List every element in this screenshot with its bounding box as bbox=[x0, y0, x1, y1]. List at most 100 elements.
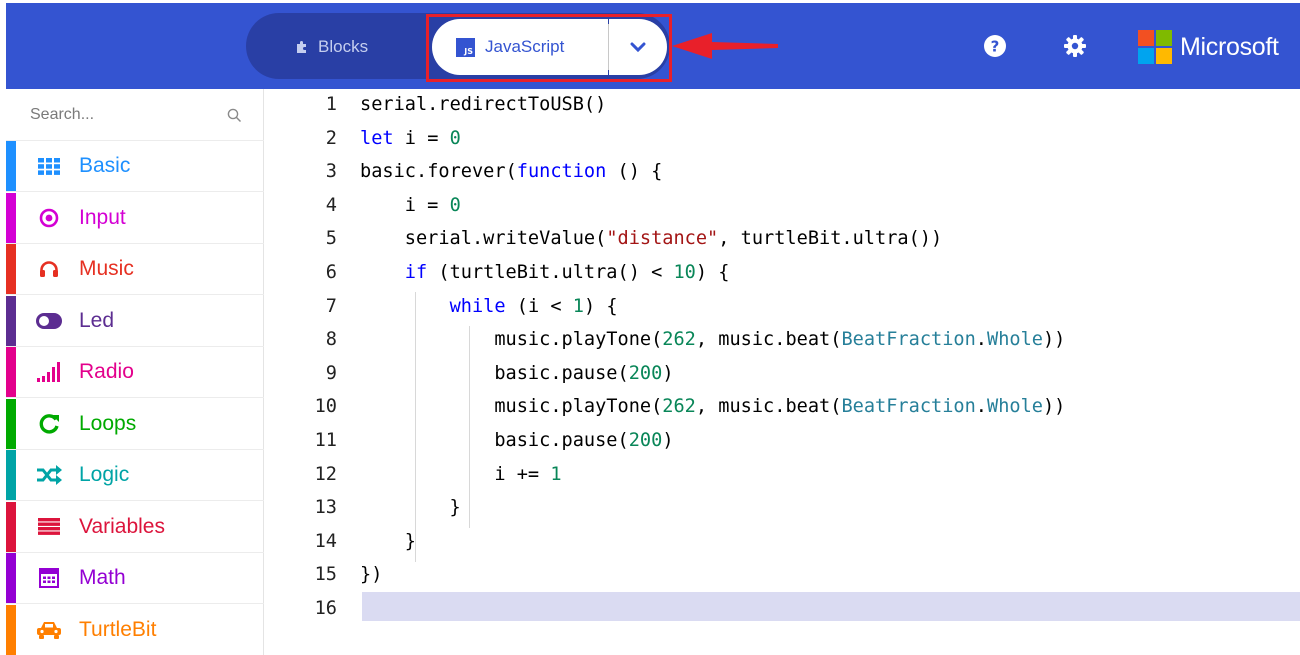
category-label: Logic bbox=[79, 463, 130, 486]
toolbox-search bbox=[6, 89, 264, 141]
line-number: 4 bbox=[325, 194, 337, 216]
code-text: music.playTone(262, music.beat(BeatFract… bbox=[494, 396, 1066, 418]
code-text: let i = 0 bbox=[360, 127, 461, 149]
category-color-bar bbox=[6, 192, 16, 243]
list-icon bbox=[36, 516, 62, 538]
settings-button[interactable] bbox=[1063, 34, 1087, 63]
brand-name[interactable]: Microsoft bbox=[1180, 30, 1279, 64]
code-line[interactable]: 14 } bbox=[264, 525, 1300, 559]
category-color-bar bbox=[6, 501, 16, 552]
category-label: TurtleBit bbox=[79, 617, 157, 641]
calculator-icon bbox=[36, 567, 62, 589]
code-text: serial.redirectToUSB() bbox=[360, 94, 607, 115]
category-variables[interactable]: Variables bbox=[6, 501, 264, 553]
line-number: 5 bbox=[325, 228, 337, 250]
grid-icon bbox=[36, 155, 62, 177]
category-label: Math bbox=[79, 566, 126, 589]
category-label: Loops bbox=[79, 411, 137, 435]
code-text: }) bbox=[360, 564, 383, 586]
code-line[interactable]: 4 i = 0 bbox=[264, 189, 1300, 223]
line-number: 7 bbox=[325, 295, 337, 317]
tab-blocks-label: Blocks bbox=[318, 37, 369, 56]
line-number: 14 bbox=[314, 530, 337, 552]
code-text: } bbox=[360, 497, 461, 519]
line-number: 12 bbox=[314, 463, 337, 485]
search-icon[interactable] bbox=[227, 108, 242, 123]
category-color-bar bbox=[6, 553, 16, 603]
category-label: Input bbox=[79, 205, 126, 229]
code-line[interactable]: 15}) bbox=[264, 558, 1300, 592]
category-turtlebit[interactable]: TurtleBit bbox=[6, 604, 264, 655]
code-line[interactable]: 6 if (turtleBit.ultra() < 10) { bbox=[264, 256, 1300, 290]
category-basic[interactable]: Basic bbox=[6, 141, 264, 192]
help-button[interactable]: ? bbox=[983, 34, 1007, 63]
category-input[interactable]: Input bbox=[6, 192, 264, 244]
line-number: 1 bbox=[325, 94, 337, 115]
line-number: 10 bbox=[314, 396, 337, 418]
category-color-bar bbox=[6, 450, 16, 500]
code-text: i += 1 bbox=[494, 463, 562, 485]
highlight-box bbox=[426, 14, 672, 82]
category-loops[interactable]: Loops bbox=[6, 398, 264, 450]
code-text: basic.forever(function () { bbox=[360, 161, 663, 183]
category-color-bar bbox=[6, 347, 16, 397]
toolbox: Basic Input Music bbox=[6, 89, 264, 655]
code-line[interactable]: 2 let i = 0 bbox=[264, 122, 1300, 156]
code-line[interactable]: 5 serial.writeValue("distance", turtleBi… bbox=[264, 222, 1300, 256]
svg-text:?: ? bbox=[991, 38, 1000, 56]
code-line[interactable]: 3 basic.forever(function () { bbox=[264, 155, 1300, 189]
line-number: 9 bbox=[325, 362, 337, 384]
code-line[interactable]: 12 i += 1 bbox=[264, 458, 1300, 492]
category-color-bar bbox=[6, 141, 16, 191]
line-number: 8 bbox=[325, 329, 337, 351]
headphones-icon bbox=[36, 258, 62, 280]
arrow-annotation bbox=[672, 33, 778, 59]
code-text: basic.pause(200) bbox=[494, 362, 674, 384]
category-logic[interactable]: Logic bbox=[6, 450, 264, 501]
category-label: Basic bbox=[79, 154, 131, 177]
category-color-bar bbox=[6, 295, 16, 346]
code-line[interactable]: 8 music.playTone(262, music.beat(BeatFra… bbox=[264, 323, 1300, 357]
category-label: Led bbox=[79, 308, 115, 332]
code-line[interactable]: 10 music.playTone(262, music.beat(BeatFr… bbox=[264, 390, 1300, 424]
code-text: music.playTone(262, music.beat(BeatFract… bbox=[494, 329, 1066, 351]
category-radio[interactable]: Radio bbox=[6, 347, 264, 398]
help-icon: ? bbox=[984, 35, 1006, 57]
code-line[interactable]: 1 serial.redirectToUSB() bbox=[264, 88, 1300, 122]
category-math[interactable]: Math bbox=[6, 553, 264, 604]
tab-blocks[interactable]: Blocks bbox=[296, 30, 368, 64]
line-number: 13 bbox=[314, 497, 337, 519]
code-editor[interactable]: 1 serial.redirectToUSB() 2 let i = 0 3 basic.… bbox=[264, 89, 1300, 655]
signal-bars-icon bbox=[36, 361, 62, 383]
category-label: Radio bbox=[79, 360, 134, 383]
code-text: while (i < 1) { bbox=[449, 295, 618, 317]
code-line[interactable]: 9 basic.pause(200) bbox=[264, 357, 1300, 391]
code-line[interactable]: 7 while (i < 1) { bbox=[264, 290, 1300, 324]
line-number: 11 bbox=[314, 430, 337, 451]
code-line[interactable]: 13 } bbox=[264, 491, 1300, 525]
refresh-icon bbox=[36, 413, 62, 435]
line-number: 15 bbox=[314, 564, 337, 586]
category-label: Variables bbox=[79, 514, 165, 538]
category-color-bar bbox=[6, 398, 16, 449]
shuffle-icon bbox=[36, 464, 62, 486]
line-number: 2 bbox=[325, 127, 337, 149]
search-input[interactable] bbox=[30, 101, 210, 129]
line-number: 16 bbox=[314, 598, 337, 619]
category-color-bar bbox=[6, 604, 16, 655]
code-text: basic.pause(200) bbox=[494, 430, 674, 451]
code-line[interactable]: 11 basic.pause(200) bbox=[264, 424, 1300, 458]
category-music[interactable]: Music bbox=[6, 244, 264, 295]
code-text: i = 0 bbox=[404, 194, 461, 216]
toggle-icon bbox=[36, 310, 62, 332]
category-led[interactable]: Led bbox=[6, 295, 264, 347]
code-line[interactable]: 16 bbox=[264, 592, 1300, 626]
microsoft-logo-icon[interactable] bbox=[1138, 30, 1172, 64]
line-number: 3 bbox=[325, 161, 337, 183]
code-text: if (turtleBit.ultra() < 10) { bbox=[404, 262, 730, 283]
target-icon bbox=[36, 207, 62, 229]
car-icon bbox=[36, 619, 62, 641]
line-number: 6 bbox=[325, 262, 337, 283]
category-label: Music bbox=[79, 257, 134, 280]
code-text: } bbox=[360, 530, 416, 552]
